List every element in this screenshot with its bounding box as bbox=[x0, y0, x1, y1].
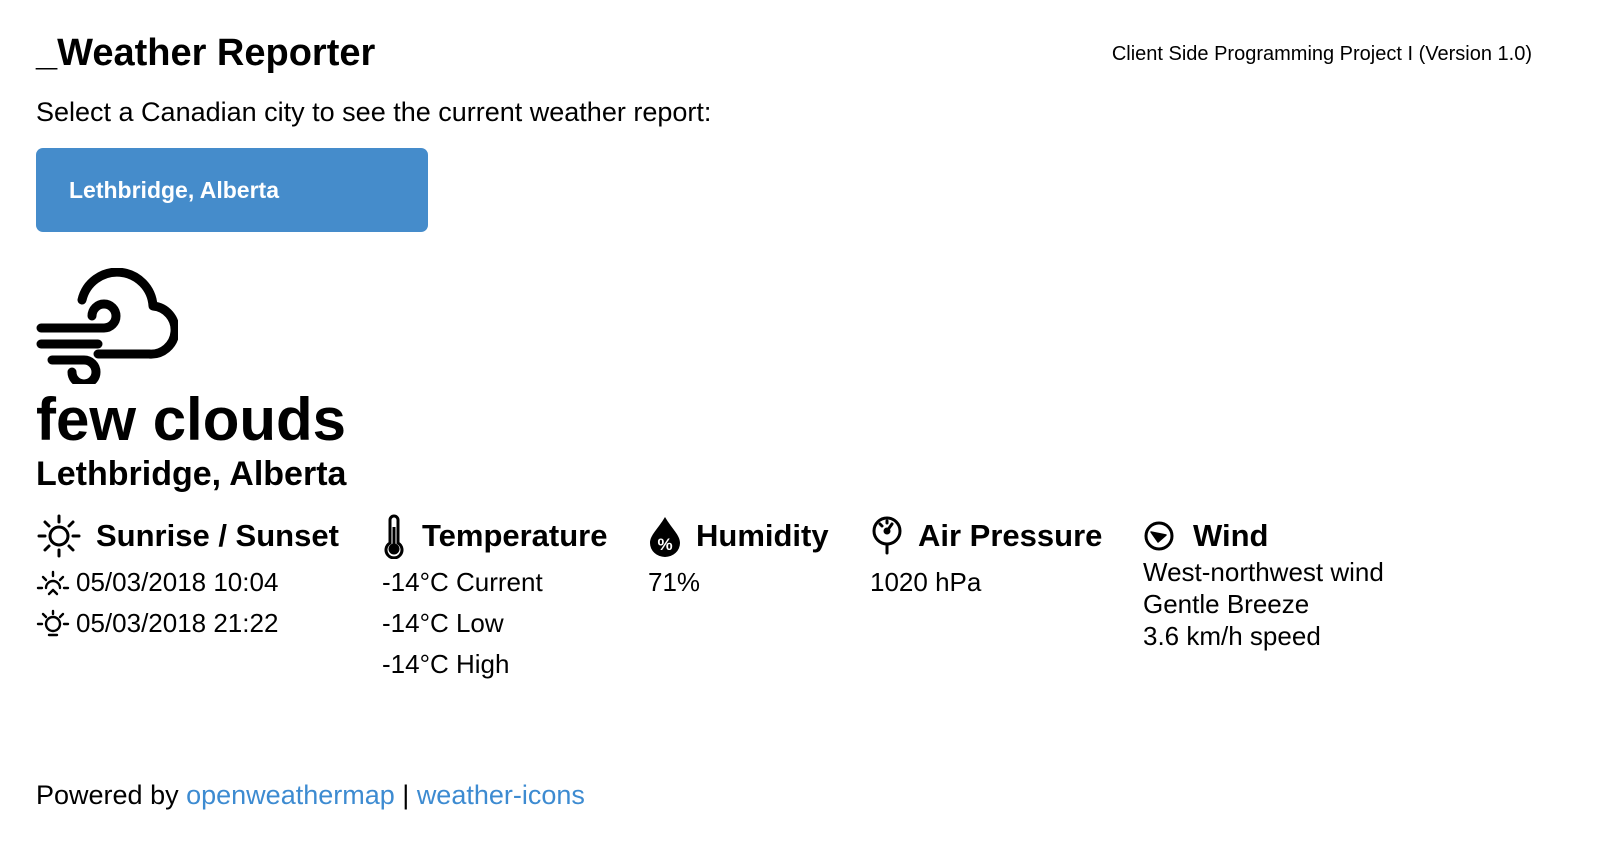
wind-direction-text: West-northwest wind bbox=[1143, 557, 1384, 587]
temperature-current: -14°C Current bbox=[382, 567, 543, 597]
city-select-value: Lethbridge, Alberta bbox=[69, 176, 279, 203]
footer: Powered by openweathermap | weather-icon… bbox=[36, 778, 585, 812]
weather-condition: few clouds bbox=[36, 386, 347, 453]
wind-section: Wind West-northwest wind Gentle Breeze 3… bbox=[1143, 510, 1384, 652]
wind-cloudy-icon bbox=[36, 267, 180, 389]
temperature-low: -14°C Low bbox=[382, 608, 504, 638]
air-pressure-value: 1020 hPa bbox=[870, 567, 982, 597]
humidity-drop-icon: % bbox=[648, 515, 682, 557]
sunset-time: 05/03/2018 21:22 bbox=[76, 608, 279, 638]
air-pressure-heading: Air Pressure bbox=[918, 518, 1103, 553]
sunrise-sunset-section: Sunrise / Sunset 05/03/2018 10:04 05/03/… bbox=[36, 510, 339, 644]
sunrise-sunset-heading: Sunrise / Sunset bbox=[96, 518, 339, 553]
city-prompt: Select a Canadian city to see the curren… bbox=[36, 97, 712, 127]
humidity-value: 71% bbox=[648, 567, 701, 597]
sunrise-icon bbox=[36, 568, 70, 598]
app-title: _Weather Reporter bbox=[36, 32, 376, 74]
wind-heading: Wind bbox=[1193, 518, 1269, 553]
svg-text:%: % bbox=[657, 535, 672, 554]
temperature-heading: Temperature bbox=[422, 518, 608, 553]
humidity-heading: Humidity bbox=[696, 518, 829, 553]
thermometer-icon bbox=[382, 513, 406, 559]
weather-location: Lethbridge, Alberta bbox=[36, 455, 347, 493]
openweathermap-link[interactable]: openweathermap bbox=[186, 780, 395, 810]
footer-separator: | bbox=[402, 780, 410, 810]
sun-icon bbox=[36, 513, 82, 559]
sunrise-time: 05/03/2018 10:04 bbox=[76, 567, 279, 597]
humidity-section: % Humidity 71% bbox=[648, 510, 829, 603]
project-label: Client Side Programming Project I (Versi… bbox=[1111, 43, 1532, 65]
wind-description: Gentle Breeze bbox=[1143, 589, 1310, 619]
temperature-section: Temperature -14°C Current -14°C Low -14°… bbox=[382, 510, 608, 685]
temperature-high: -14°C High bbox=[382, 649, 510, 679]
footer-prefix: Powered by bbox=[36, 780, 179, 810]
sunset-icon bbox=[36, 609, 70, 639]
wind-speed: 3.6 km/h speed bbox=[1143, 621, 1321, 651]
wind-direction-icon bbox=[1143, 520, 1175, 552]
city-select[interactable]: Lethbridge, Alberta bbox=[36, 148, 428, 232]
air-pressure-section: Air Pressure 1020 hPa bbox=[870, 510, 1102, 603]
barometer-icon bbox=[870, 515, 904, 557]
weather-icons-link[interactable]: weather-icons bbox=[417, 780, 585, 810]
